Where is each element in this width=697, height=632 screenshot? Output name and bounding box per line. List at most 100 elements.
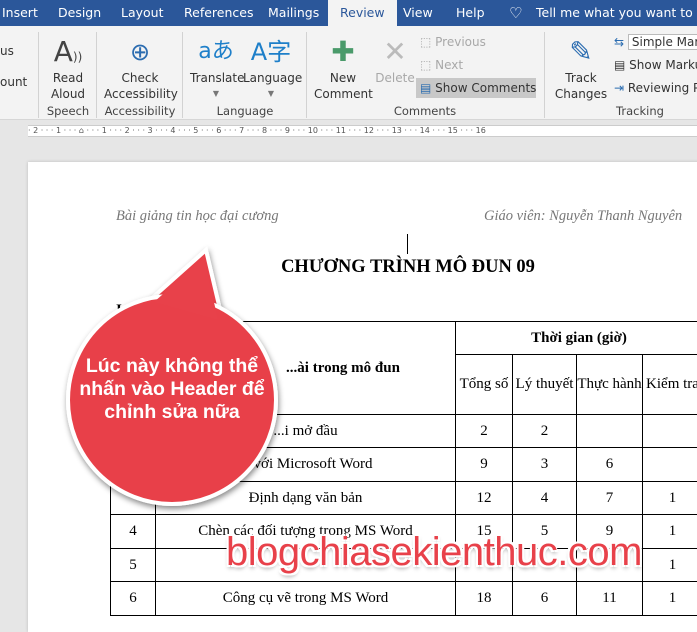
- table-cell: 4: [513, 482, 577, 515]
- markup-icon: ⇆: [614, 35, 624, 49]
- callout-text: Lúc này không thể nhấn vào Header để chỉ…: [78, 355, 266, 424]
- delete-comment-icon: ✕: [375, 34, 415, 70]
- new-comment-button[interactable]: ✚New Comment: [314, 34, 372, 102]
- check-accessibility-label: Check Accessibility: [104, 70, 176, 102]
- header-left[interactable]: Bài giảng tin học đại cương: [116, 208, 279, 225]
- tell-me-search[interactable]: Tell me what you want to do: [536, 0, 697, 26]
- table-cell: [111, 448, 156, 482]
- group-language: Language: [190, 104, 300, 118]
- table-cell: 11: [577, 582, 643, 616]
- new-comment-icon: ✚: [314, 34, 372, 70]
- col-header-test: Kiểm tra: [643, 355, 697, 415]
- table-cell: 3: [513, 448, 577, 482]
- table-cell: 2: [456, 415, 513, 448]
- translate-button[interactable]: aあTranslate▼: [190, 34, 242, 102]
- table-cell: Định dạng văn bản: [156, 482, 456, 515]
- markup-select[interactable]: ⇆ Simple Mar: [614, 32, 697, 52]
- language-label: Language: [243, 70, 299, 86]
- table-cell: 18: [456, 582, 513, 616]
- read-aloud-button[interactable]: A))Read Aloud: [48, 34, 88, 102]
- delete-comment-button[interactable]: ✕Delete: [375, 34, 415, 86]
- ruler-scale: · 2 · · · 1 · · · ⌂ · · · 1 · · · 2 · · …: [28, 125, 697, 137]
- track-changes-button[interactable]: ✎Track Changes: [552, 34, 610, 102]
- table-cell: [111, 482, 156, 515]
- lightbulb-icon: ♡: [509, 0, 522, 26]
- accessibility-icon: ⊕: [104, 34, 176, 70]
- group-tracking: Tracking: [600, 104, 680, 118]
- tab-mailings[interactable]: Mailings: [268, 0, 319, 26]
- table-cell: 9: [456, 448, 513, 482]
- col-header-time: Thời gian (giờ): [456, 322, 697, 355]
- delete-label: Delete: [375, 70, 415, 86]
- tab-references[interactable]: References: [184, 0, 253, 26]
- header-right[interactable]: Giáo viên: Nguyễn Thanh Nguyên: [484, 208, 682, 225]
- show-comments-icon: ▤: [420, 81, 435, 95]
- read-aloud-icon: A)): [48, 34, 88, 70]
- group-comments: Comments: [380, 104, 470, 118]
- divider: [306, 32, 307, 118]
- table-cell: 1: [643, 482, 697, 515]
- table-cell: 6: [577, 448, 643, 482]
- show-markup-icon: ▤: [614, 58, 629, 72]
- tab-help[interactable]: Help: [456, 0, 485, 26]
- new-comment-label: New Comment: [314, 70, 372, 102]
- table-row: Định dạng văn bản12471: [111, 482, 697, 515]
- tab-insert[interactable]: Insert: [2, 0, 38, 26]
- partial-command[interactable]: us: [0, 41, 14, 61]
- divider: [544, 32, 545, 118]
- table-cell: 6: [513, 582, 577, 616]
- horizontal-ruler[interactable]: · 2 · · · 1 · · · ⌂ · · · 1 · · · 2 · · …: [0, 121, 697, 141]
- reviewing-pane-icon: ⇥: [614, 81, 628, 95]
- col-header-theory: Lý thuyết: [513, 355, 577, 415]
- document-title: CHƯƠNG TRÌNH MÔ ĐUN 09: [28, 257, 697, 278]
- previous-comment-button[interactable]: ⬚ Previous: [420, 32, 486, 52]
- table-cell: [643, 448, 697, 482]
- table-cell: 5: [111, 549, 156, 582]
- translate-label: Translate: [190, 70, 242, 86]
- ribbon-tab-bar: Insert Design Layout References Mailings…: [0, 0, 697, 26]
- table-cell: Công cụ vẽ trong MS Word: [156, 582, 456, 616]
- tab-layout[interactable]: Layout: [121, 0, 164, 26]
- check-accessibility-button[interactable]: ⊕Check Accessibility: [104, 34, 176, 102]
- show-comments-button[interactable]: ▤ Show Comments: [416, 78, 536, 98]
- col-header-total: Tổng số: [456, 355, 513, 415]
- ribbon: us ount A))Read Aloud Speech ⊕Check Acce…: [0, 26, 697, 120]
- language-button[interactable]: A字Language▼: [243, 34, 299, 102]
- table-row: ... với Microsoft Word936: [111, 448, 697, 482]
- next-icon: ⬚: [420, 58, 435, 72]
- previous-icon: ⬚: [420, 35, 435, 49]
- table-cell: [577, 415, 643, 448]
- translate-icon: aあ: [190, 34, 242, 70]
- partial-command[interactable]: ount: [0, 72, 27, 92]
- previous-label: Previous: [435, 35, 486, 49]
- show-markup-button[interactable]: ▤ Show Marku: [614, 55, 697, 75]
- table-cell: 1: [643, 515, 697, 549]
- tab-design[interactable]: Design: [58, 0, 101, 26]
- reviewing-pane-button[interactable]: ⇥ Reviewing P: [614, 78, 697, 98]
- reviewing-pane-label: Reviewing P: [628, 81, 697, 95]
- table-cell: 12: [456, 482, 513, 515]
- table-cell: 4: [111, 515, 156, 549]
- table-cell: ... với Microsoft Word: [156, 448, 456, 482]
- divider: [182, 32, 183, 118]
- table-row: 6Công cụ vẽ trong MS Word186111: [111, 582, 697, 616]
- track-changes-label: Track Changes: [552, 70, 610, 102]
- group-accessibility: Accessibility: [104, 104, 176, 118]
- table-cell: 7: [577, 482, 643, 515]
- markup-select-value: Simple Mar: [628, 34, 697, 50]
- show-markup-label: Show Marku: [629, 58, 697, 72]
- show-comments-label: Show Comments: [435, 81, 536, 95]
- tab-review[interactable]: Review: [328, 0, 397, 26]
- track-changes-icon: ✎: [552, 34, 610, 70]
- table-cell: 2: [513, 415, 577, 448]
- text-cursor: [407, 234, 408, 254]
- section-heading: I. ... Ô ĐUN: [116, 302, 192, 319]
- table-cell: 1: [643, 582, 697, 616]
- next-comment-button[interactable]: ⬚ Next: [420, 55, 463, 75]
- col-header-practice: Thực hành: [577, 355, 643, 415]
- divider: [96, 32, 97, 118]
- tab-view[interactable]: View: [403, 0, 433, 26]
- next-label: Next: [435, 58, 463, 72]
- table-cell: 6: [111, 582, 156, 616]
- table-cell: [643, 415, 697, 448]
